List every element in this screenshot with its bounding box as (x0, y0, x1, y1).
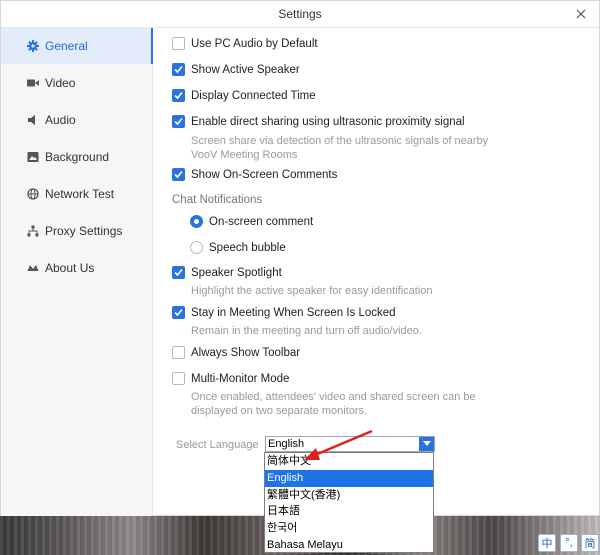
infinity-icon (27, 262, 39, 274)
speaker-spotlight-option[interactable]: Speaker Spotlight (172, 266, 282, 279)
display-connected-time-option[interactable]: Display Connected Time (172, 89, 316, 102)
direct-sharing-option[interactable]: Enable direct sharing using ultrasonic p… (172, 115, 465, 128)
annotation-arrow-icon (304, 429, 373, 460)
option-label: Stay in Meeting When Screen Is Locked (191, 306, 396, 319)
display-connected-time-checkbox[interactable] (172, 89, 185, 102)
image-icon (27, 151, 39, 163)
sidebar-item-network-test[interactable]: Network Test (1, 176, 153, 212)
sidebar-item-label: Network Test (45, 187, 115, 201)
sidebar-item-about-us[interactable]: About Us (1, 250, 153, 286)
multi-monitor-checkbox[interactable] (172, 372, 185, 385)
on-screen-comments-option[interactable]: Show On-Screen Comments (172, 168, 337, 181)
speech-bubble-radio-option[interactable]: Speech bubble (190, 241, 286, 254)
title-bar: Settings (1, 1, 599, 28)
use-pc-audio-checkbox[interactable] (172, 37, 185, 50)
chat-notifications-label: Chat Notifications (172, 194, 263, 206)
sidebar-item-label: Audio (45, 113, 76, 127)
language-option[interactable]: 繁體中文(香港) (265, 487, 433, 504)
checkmark-icon (174, 117, 183, 126)
stay-in-meeting-description: Remain in the meeting and turn off audio… (191, 325, 422, 337)
option-label: Display Connected Time (191, 89, 316, 102)
ime-simplified-icon[interactable]: 简 (581, 534, 599, 552)
sidebar-item-label: Proxy Settings (45, 224, 123, 238)
description-line: Once enabled, attendees' video and share… (191, 391, 476, 403)
window-title: Settings (278, 7, 322, 21)
globe-icon (27, 188, 39, 200)
option-label: Show On-Screen Comments (191, 168, 338, 181)
sidebar-item-video[interactable]: Video (1, 65, 153, 101)
language-option[interactable]: 한국어 (265, 520, 433, 537)
ime-punctuation-icon[interactable]: °, (560, 534, 578, 552)
sidebar-item-label: General (45, 39, 88, 53)
stay-in-meeting-checkbox[interactable] (172, 306, 185, 319)
on-screen-comments-checkbox[interactable] (172, 168, 185, 181)
network-icon (27, 225, 39, 237)
sidebar-item-proxy-settings[interactable]: Proxy Settings (1, 213, 153, 249)
sidebar-item-label: Background (45, 150, 110, 164)
option-label: Enable direct sharing using ultrasonic p… (191, 115, 465, 128)
option-label: Multi-Monitor Mode (191, 372, 290, 385)
show-active-speaker-checkbox[interactable] (172, 63, 185, 76)
checkmark-icon (174, 268, 183, 277)
checkmark-icon (174, 170, 183, 179)
always-show-toolbar-checkbox[interactable] (172, 346, 185, 359)
language-option-highlighted[interactable]: English (265, 469, 433, 487)
speech-bubble-radio[interactable] (190, 241, 203, 254)
multi-monitor-option[interactable]: Multi-Monitor Mode (172, 372, 289, 385)
select-language-label: Select Language (176, 439, 259, 451)
speaker-spotlight-checkbox[interactable] (172, 266, 185, 279)
checkmark-icon (174, 308, 183, 317)
video-camera-icon (27, 77, 39, 89)
dropdown-toggle[interactable] (419, 437, 434, 451)
on-screen-comment-radio-option[interactable]: On-screen comment (190, 215, 313, 228)
direct-sharing-checkbox[interactable] (172, 115, 185, 128)
direct-sharing-description: Screen share via detection of the ultras… (191, 134, 488, 162)
speaker-spotlight-description: Highlight the active speaker for easy id… (191, 285, 433, 297)
sidebar-item-background[interactable]: Background (1, 139, 153, 175)
sidebar-item-label: About Us (45, 261, 95, 275)
sidebar-item-label: Video (45, 76, 76, 90)
option-label: On-screen comment (209, 215, 314, 228)
sidebar-item-general[interactable]: General (1, 28, 153, 64)
always-show-toolbar-option[interactable]: Always Show Toolbar (172, 346, 300, 359)
language-option[interactable]: 日本語 (265, 503, 433, 520)
gear-icon (27, 40, 39, 52)
checkmark-icon (174, 65, 183, 74)
checkmark-icon (174, 91, 183, 100)
show-active-speaker-option[interactable]: Show Active Speaker (172, 63, 300, 76)
ime-chinese-icon[interactable]: 中 (538, 534, 556, 552)
speaker-icon (27, 114, 39, 126)
close-icon (576, 9, 586, 19)
on-screen-comment-radio[interactable] (190, 215, 203, 228)
description-line: VooV Meeting Rooms (191, 149, 298, 161)
close-button[interactable] (571, 4, 591, 24)
sidebar: General Video Audio Background Network T… (1, 28, 153, 516)
description-line: Screen share via detection of the ultras… (191, 135, 489, 147)
option-label: Speech bubble (209, 241, 286, 254)
description-line: displayed on two separate monitors. (191, 405, 368, 417)
option-label: Speaker Spotlight (191, 266, 282, 279)
option-label: Show Active Speaker (191, 63, 300, 76)
stay-in-meeting-option[interactable]: Stay in Meeting When Screen Is Locked (172, 306, 396, 319)
multi-monitor-description: Once enabled, attendees' video and share… (191, 390, 476, 418)
chevron-down-icon (422, 441, 431, 446)
option-label: Use PC Audio by Default (191, 37, 318, 50)
use-pc-audio-option[interactable]: Use PC Audio by Default (172, 37, 318, 50)
language-option[interactable]: Bahasa Melayu (265, 537, 433, 554)
option-label: Always Show Toolbar (191, 346, 301, 359)
sidebar-item-audio[interactable]: Audio (1, 102, 153, 138)
